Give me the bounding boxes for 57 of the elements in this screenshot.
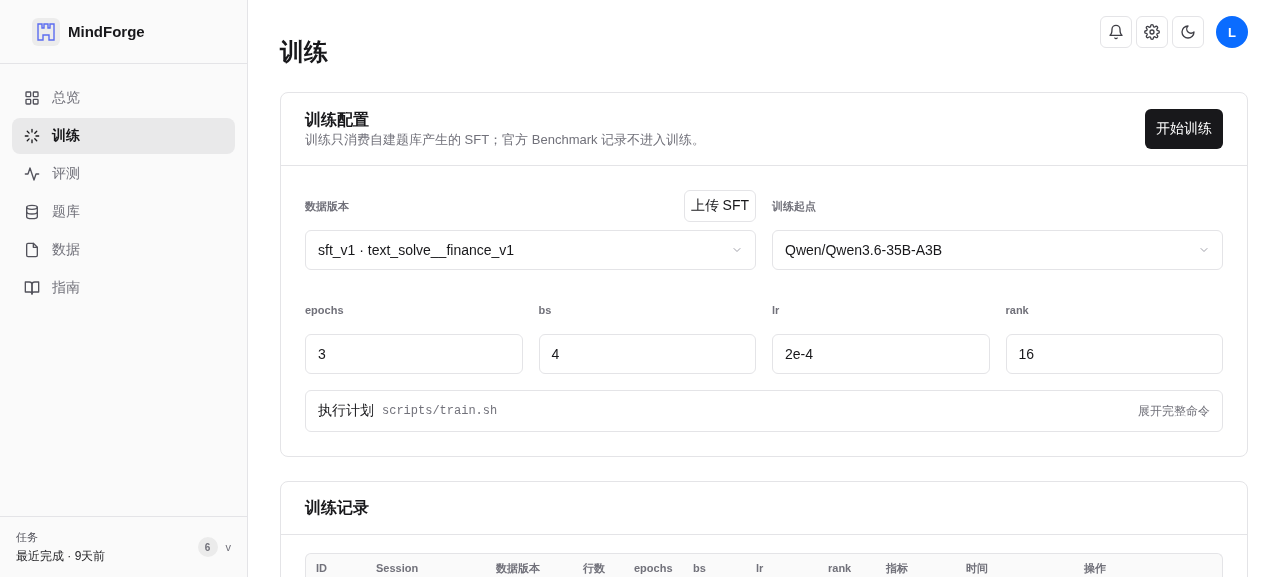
nav-item[interactable]: 指南 [12, 270, 235, 306]
settings-button[interactable] [1136, 16, 1168, 48]
field-label: rank [1005, 304, 1029, 316]
select-field[interactable]: sft_v1 · text_solve__finance_v1 [305, 230, 756, 270]
column-header: ID [316, 562, 328, 575]
page-title: 训练 [280, 37, 328, 67]
pulse-line-icon [24, 166, 40, 182]
card-subtitle: 训练只消费自建题库产生的 SFT；官方 Benchmark 记录不进入训练。 [305, 130, 706, 149]
column-header: 时间 [966, 562, 989, 575]
column-header: 指标 [886, 562, 909, 575]
nav-item[interactable]: 评测 [12, 156, 235, 192]
user-avatar[interactable]: L [1216, 16, 1248, 48]
column-header: epochs [634, 562, 674, 575]
card-title: 训练记录 [281, 482, 1247, 535]
column-header: lr [756, 562, 765, 575]
nav-item[interactable]: 数据 [12, 232, 235, 268]
task-toggle[interactable]: v [225, 541, 231, 553]
task-status: 最近完成 · 9天前 [16, 547, 107, 565]
command-path: scripts/train.sh [382, 404, 499, 418]
column-header: bs [693, 562, 707, 575]
task-count-badge: 6 [197, 537, 218, 557]
nav-item[interactable]: 题库 [12, 194, 235, 230]
card-title: 训练配置 [305, 109, 370, 130]
database-icon [24, 204, 40, 220]
input-field[interactable]: 16 [1005, 334, 1223, 374]
column-header: Session [376, 562, 420, 575]
upload-button[interactable]: 上传 SFT [683, 190, 756, 222]
start-training-button[interactable]: 开始训练 [1145, 109, 1223, 149]
notification-button[interactable] [1100, 16, 1132, 48]
loader-icon [24, 128, 40, 144]
field-label: lr [772, 304, 780, 316]
input-field[interactable]: 4 [538, 334, 756, 374]
open-book-icon [24, 280, 40, 296]
plan-label: 执行计划 [318, 402, 374, 420]
task-label: 任务 [16, 529, 39, 545]
select-field[interactable]: Qwen/Qwen3.6-35B-A3B [772, 230, 1223, 270]
field-label: 训练起点 [772, 198, 816, 214]
input-field[interactable]: 3 [305, 334, 523, 374]
file-icon [24, 242, 40, 258]
field-label: epochs [305, 304, 344, 316]
expand-command-link[interactable]: 展开完整命令 [1138, 402, 1210, 420]
column-header: 操作 [1084, 562, 1107, 575]
input-field[interactable]: 2e-4 [772, 334, 990, 374]
field-label: bs [538, 304, 552, 316]
brand-name: MindForge [68, 23, 145, 40]
column-header: rank [828, 562, 853, 575]
nav-item[interactable]: 总览 [12, 80, 235, 116]
field-label: 数据版本 [305, 198, 349, 214]
grid-icon [24, 90, 40, 106]
theme-toggle-button[interactable] [1172, 16, 1204, 48]
column-header: 数据版本 [496, 562, 541, 575]
brand-logo [32, 17, 60, 46]
moon-icon [1180, 24, 1196, 40]
settings-icon [1144, 24, 1160, 40]
column-header: 行数 [583, 562, 606, 575]
bell-icon [1108, 24, 1124, 40]
nav-item[interactable]: 训练 [12, 118, 235, 154]
